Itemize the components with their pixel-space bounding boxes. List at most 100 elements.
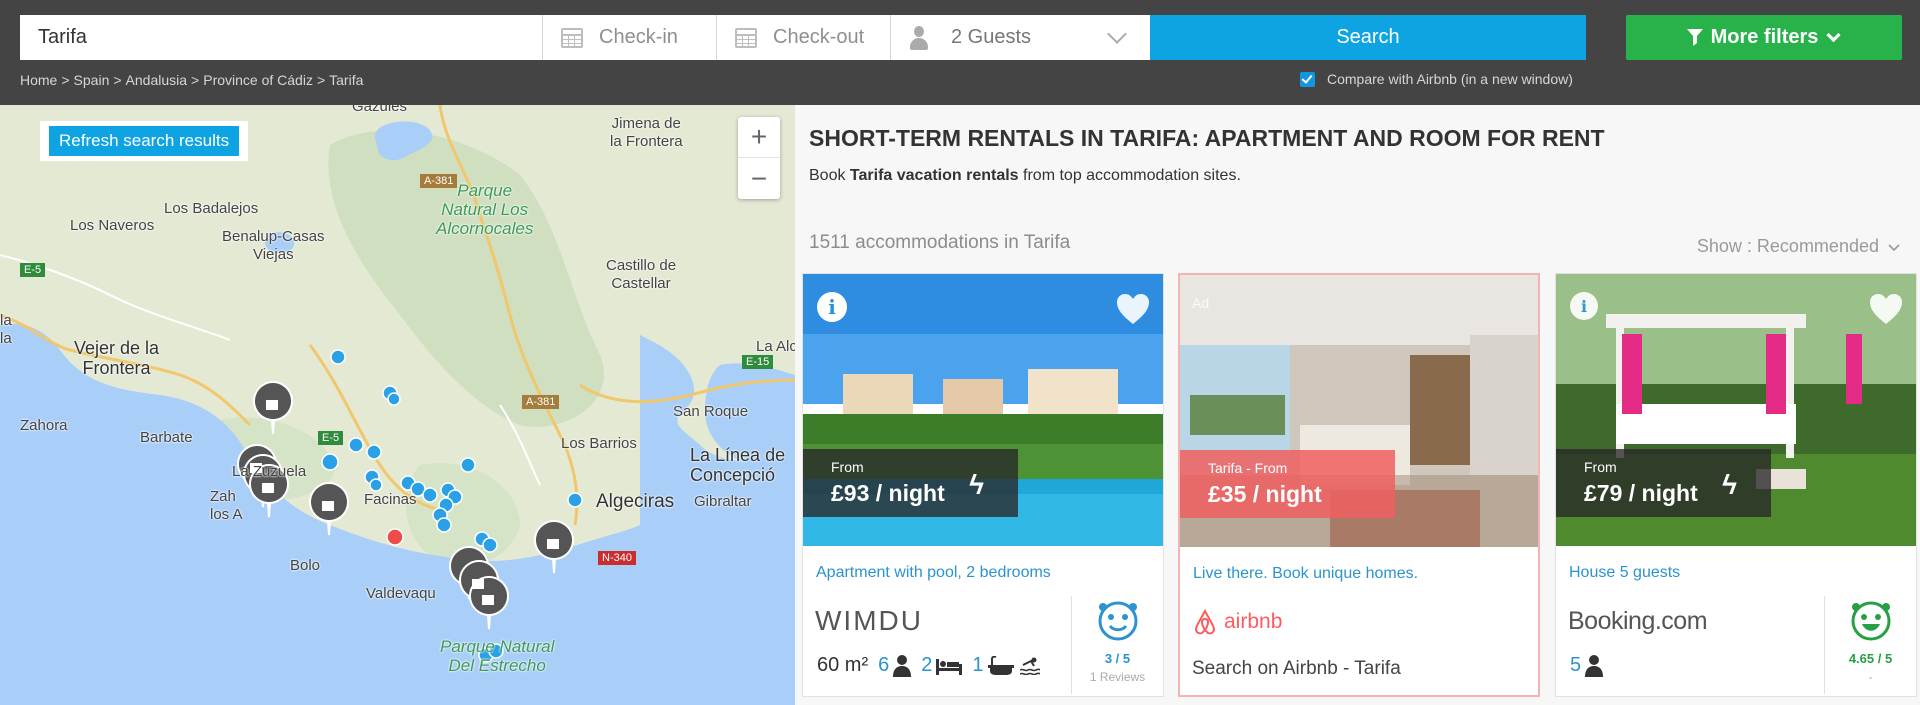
results-count: 1511 accommodations in Tarifa: [809, 232, 1071, 253]
sort-label: Show : Recommended: [1696, 236, 1879, 256]
checkin-placeholder: Check-in: [599, 26, 678, 48]
price-value: £93 / night: [831, 480, 945, 506]
map-label: Jimena de la Frontera: [610, 115, 683, 150]
map-label: Zah los A: [210, 488, 243, 523]
breadcrumb-spain[interactable]: Spain: [74, 72, 110, 88]
app-window: Tarifa Check-in Check-out 2 Guests Searc…: [0, 0, 1920, 705]
info-icon[interactable]: i: [1570, 292, 1598, 320]
info-icon[interactable]: i: [817, 292, 847, 322]
listing-title[interactable]: Apartment with pool, 2 bedrooms: [816, 564, 1051, 582]
map-panel[interactable]: Refresh search results + − Gazules Jimen…: [0, 105, 795, 705]
map-label: La Alcai: [756, 338, 795, 355]
price-from-label: From: [1584, 459, 1617, 475]
guests-value: 2 Guests: [951, 26, 1032, 48]
provider-name: Booking: [1568, 606, 1655, 635]
heart-icon[interactable]: [1868, 292, 1904, 326]
listing-title[interactable]: House 5 guests: [1569, 564, 1680, 582]
road-shield: A-381: [522, 395, 560, 409]
road-shield: E-15: [742, 355, 774, 369]
zoom-in-button[interactable]: +: [738, 117, 780, 158]
compare-airbnb-option[interactable]: Compare with Airbnb (in a new window): [1300, 71, 1573, 87]
area-value: 60 m²: [817, 654, 869, 676]
provider-logo: Booking .com: [1568, 602, 1708, 640]
rating-score: 4.65 / 5: [1848, 651, 1893, 666]
destination-value: Tarifa: [38, 26, 87, 48]
provider-logo: airbnb: [1192, 603, 1282, 641]
breadcrumb-cadiz[interactable]: Province of Cádiz: [203, 72, 313, 88]
compare-checkbox[interactable]: [1300, 71, 1315, 87]
listing-card[interactable]: i From £93 / night ϟ Apartment with pool…: [802, 273, 1164, 697]
map-label: Los Naveros: [70, 217, 155, 234]
search-button[interactable]: Search: [1150, 15, 1586, 60]
sort-select[interactable]: Show : Recommended: [1697, 236, 1900, 257]
zoom-control: + −: [738, 117, 780, 199]
price-tag: From £79 / night ϟ: [1556, 449, 1771, 517]
road-shield: N-340: [598, 551, 636, 565]
zoom-out-button[interactable]: −: [738, 158, 780, 199]
pool-icon: [1019, 657, 1040, 675]
checkout-field[interactable]: Check-out: [717, 15, 891, 60]
rating-score: 3 / 5: [1104, 651, 1131, 666]
price-value: £79 / night: [1584, 480, 1698, 506]
refresh-search-button[interactable]: Refresh search results: [40, 121, 249, 161]
road-shield: E-5: [318, 431, 344, 445]
map-label: Vejer de la Frontera: [74, 338, 160, 378]
map-label: La Zuzuela: [232, 463, 307, 480]
smiley-rating-icon: [1851, 601, 1890, 641]
map-label: Benalup-Casas Viejas: [222, 228, 325, 263]
smiley-rating-icon: [1098, 601, 1137, 641]
rating-box: 4.65 / 5 -: [1824, 596, 1916, 694]
amenities-row: 5: [1570, 654, 1604, 677]
amenities-row: 60 m² 6 2 1: [817, 654, 1040, 677]
more-filters-button[interactable]: More filters: [1626, 15, 1902, 60]
price-from-label: Tarifa - From: [1208, 460, 1288, 476]
rating-reviews: 1 Reviews: [1089, 670, 1146, 684]
results-panel: SHORT-TERM RENTALS IN TARIFA: APARTMENT …: [795, 105, 1920, 705]
provider-logo: WIMDU: [815, 602, 923, 640]
listing-photo[interactable]: i From £93 / night ϟ: [803, 274, 1163, 546]
map-label: Gazules: [352, 105, 408, 115]
calendar-icon: [561, 27, 583, 48]
intro-suffix: from top accommodation sites.: [1018, 167, 1241, 184]
instant-book-icon: ϟ: [1722, 469, 1737, 500]
page-title: SHORT-TERM RENTALS IN TARIFA: APARTMENT …: [809, 125, 1605, 151]
listing-title[interactable]: Live there. Book unique homes.: [1193, 565, 1418, 583]
heart-icon[interactable]: [1115, 292, 1151, 326]
listing-photo[interactable]: Ad Tarifa - From £35 / night: [1180, 275, 1538, 547]
listing-card-ad[interactable]: Ad Tarifa - From £35 / night Live there.…: [1178, 273, 1540, 697]
map-label: Los Barrios: [561, 435, 637, 452]
breadcrumb-home[interactable]: Home: [20, 72, 57, 88]
map-label: Barbate: [140, 429, 193, 446]
checkin-field[interactable]: Check-in: [543, 15, 717, 60]
rating-reviews: -: [1868, 670, 1873, 684]
beds-count: 2: [921, 654, 933, 676]
intro-bold: Tarifa vacation rentals: [849, 167, 1019, 184]
price-tag: Tarifa - From £35 / night: [1180, 450, 1395, 518]
guests-count: 6: [878, 654, 890, 676]
baths-count: 1: [972, 654, 984, 676]
map-label: Valdevaqu: [366, 585, 436, 602]
breadcrumb-andalusia[interactable]: Andalusia: [126, 72, 188, 88]
provider-name: airbnb: [1224, 610, 1283, 633]
rating-box: 3 / 5 1 Reviews: [1071, 596, 1163, 694]
road-shield: A-381: [420, 174, 458, 188]
price-tag: From £93 / night ϟ: [803, 449, 1018, 517]
person-icon: [893, 654, 912, 677]
airbnb-search-link[interactable]: Search on Airbnb - Tarifa: [1192, 658, 1401, 680]
map-label-park: Parque Natural Los Alcornocales: [436, 181, 534, 238]
guests-select[interactable]: 2 Guests: [891, 15, 1150, 60]
map-label: Bolo: [290, 557, 321, 574]
listing-photo[interactable]: i From £79 / night ϟ: [1556, 274, 1916, 546]
guests-count: 5: [1570, 654, 1582, 676]
more-filters-label: More filters: [1710, 26, 1819, 48]
search-header: Tarifa Check-in Check-out 2 Guests Searc…: [0, 0, 1920, 105]
compare-label: Compare with Airbnb (in a new window): [1327, 71, 1573, 87]
destination-input[interactable]: Tarifa: [20, 15, 543, 60]
intro-prefix: Book: [809, 167, 850, 184]
listing-card[interactable]: i From £79 / night ϟ House 5 guests Book…: [1555, 273, 1917, 697]
map-label: Facinas: [364, 491, 417, 508]
map-label: Zahora: [20, 417, 68, 434]
breadcrumb-tarifa[interactable]: Tarifa: [329, 72, 363, 88]
chevron-down-icon: [1826, 32, 1842, 43]
map-label: Castillo de Castellar: [606, 257, 677, 292]
